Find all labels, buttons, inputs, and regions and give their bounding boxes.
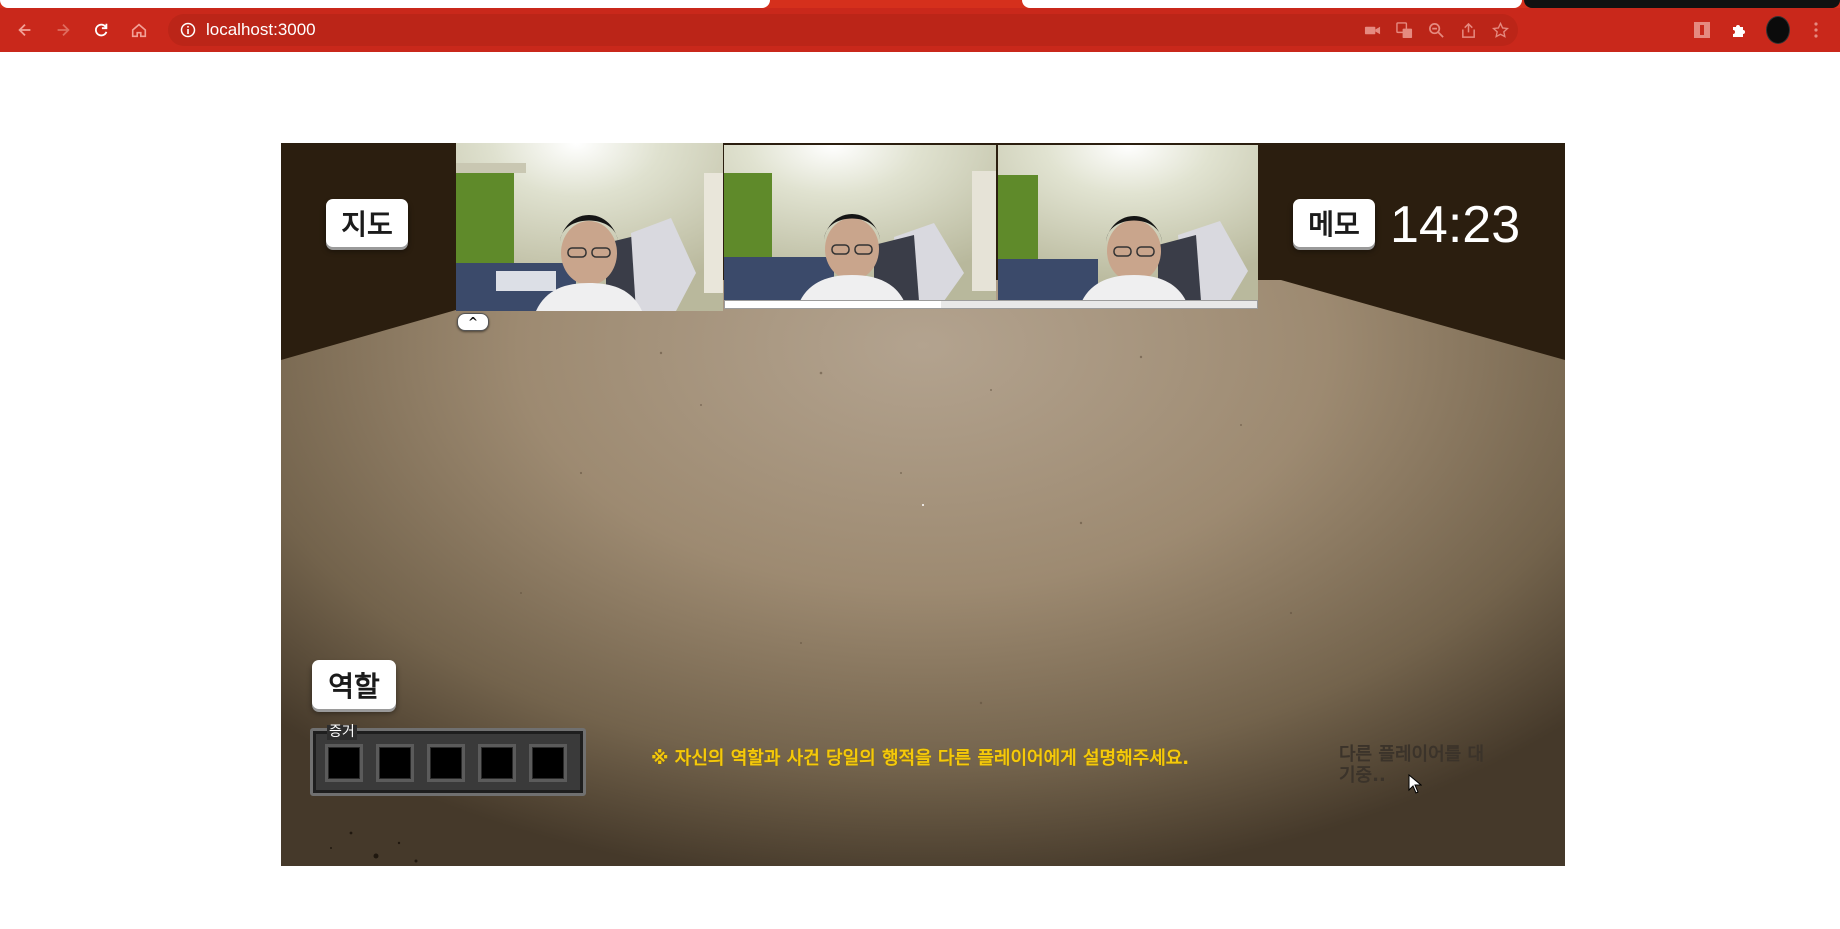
video-collapse-button[interactable]: ^ — [457, 313, 489, 331]
mouse-cursor-icon — [1408, 774, 1422, 794]
video-scrollbar[interactable] — [724, 300, 1258, 309]
reload-button[interactable] — [82, 11, 120, 49]
star-icon[interactable] — [1488, 18, 1512, 42]
profile-avatar[interactable] — [1766, 16, 1790, 44]
evidence-slot[interactable] — [529, 744, 567, 782]
video-tile[interactable] — [724, 145, 996, 301]
forward-button[interactable] — [44, 11, 82, 49]
evidence-slot[interactable] — [325, 744, 363, 782]
instruction-notice: ※ 자신의 역할과 사건 당일의 행적을 다른 플레이어에게 설명해주세요. — [651, 748, 1190, 769]
crosshair-dot — [922, 504, 924, 506]
tab[interactable] — [1524, 0, 1840, 8]
tab[interactable] — [0, 0, 770, 8]
browser-toolbar: localhost:3000 — [0, 8, 1840, 52]
map-button[interactable]: 지도 — [326, 199, 408, 247]
game-stage: ^ 지도 메모 14:23 역할 증거 ※ 자신의 역할과 사건 당일의 행적을… — [281, 143, 1565, 866]
game-timer: 14:23 — [1390, 196, 1521, 254]
memo-button[interactable]: 메모 — [1293, 199, 1375, 247]
evidence-label: 증거 — [327, 724, 357, 740]
puzzle-icon[interactable] — [1728, 18, 1752, 42]
translate-icon[interactable] — [1392, 18, 1416, 42]
evidence-slot[interactable] — [376, 744, 414, 782]
webcam-feed — [998, 145, 1258, 301]
reload-icon — [95, 23, 108, 37]
url-text[interactable]: localhost:3000 — [206, 20, 316, 40]
forward-icon — [57, 23, 70, 37]
webcam-feed — [456, 143, 723, 311]
camera-icon[interactable] — [1360, 18, 1384, 42]
evidence-panel: 증거 — [310, 724, 586, 796]
evidence-slot[interactable] — [427, 744, 465, 782]
back-icon — [18, 23, 31, 37]
share-icon[interactable] — [1456, 18, 1480, 42]
home-icon — [131, 23, 147, 38]
scrollbar-thumb[interactable] — [725, 301, 941, 308]
video-tile[interactable] — [998, 145, 1258, 301]
address-bar[interactable]: localhost:3000 — [168, 14, 1518, 46]
back-button[interactable] — [6, 11, 44, 49]
tab-strip — [0, 0, 1840, 8]
extension-badge-icon[interactable] — [1690, 18, 1714, 42]
webcam-feed — [724, 145, 996, 301]
video-tile[interactable] — [456, 143, 723, 311]
home-button[interactable] — [120, 11, 158, 49]
role-button[interactable]: 역할 — [312, 660, 396, 709]
evidence-slot[interactable] — [478, 744, 516, 782]
info-icon[interactable] — [180, 22, 196, 38]
menu-kebab-icon[interactable] — [1804, 18, 1828, 42]
zoom-icon[interactable] — [1424, 18, 1448, 42]
tab[interactable] — [1022, 0, 1522, 8]
